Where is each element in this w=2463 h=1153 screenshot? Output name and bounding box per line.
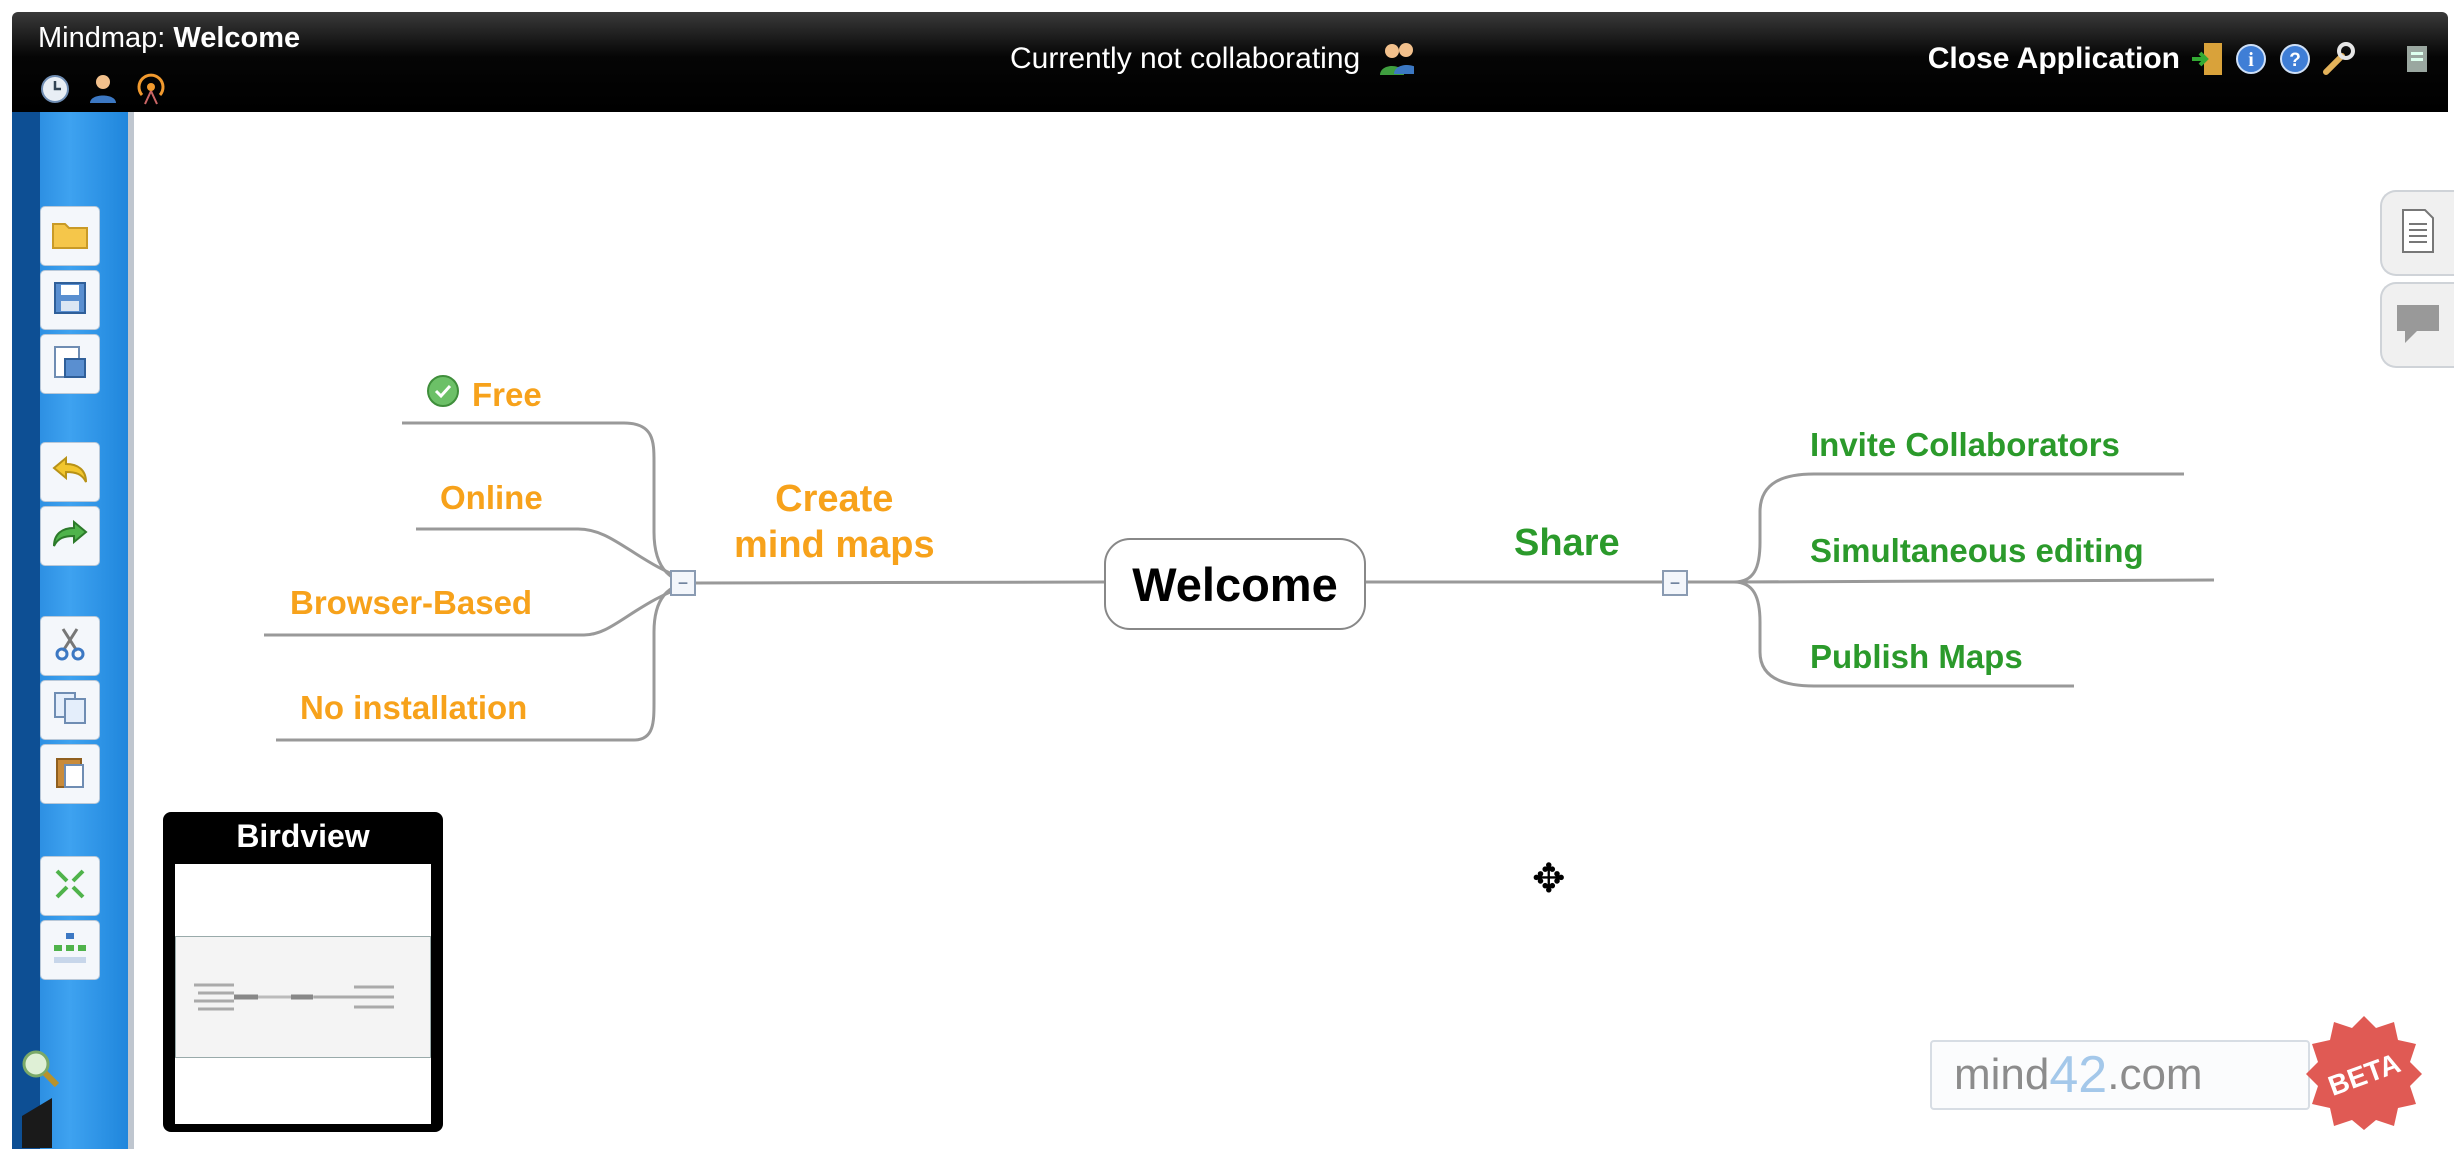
map-title: Mindmap: Welcome <box>38 22 301 54</box>
notes-tab[interactable] <box>2380 190 2454 276</box>
notes-icon <box>2399 208 2437 259</box>
node-publish-maps[interactable]: Publish Maps <box>1810 638 2023 676</box>
save-button[interactable] <box>40 270 100 330</box>
node-online[interactable]: Online <box>440 479 543 517</box>
clock-icon[interactable] <box>38 72 72 106</box>
node-browser-based[interactable]: Browser-Based <box>290 584 532 622</box>
node-invite-collaborators[interactable]: Invite Collaborators <box>1810 426 2120 464</box>
redo-icon <box>52 518 88 555</box>
broadcast-icon[interactable] <box>134 72 168 106</box>
users-icon[interactable] <box>1380 42 1415 76</box>
paste-button[interactable] <box>40 744 100 804</box>
cut-button[interactable] <box>40 616 100 676</box>
birdview-panel[interactable]: Birdview <box>163 812 443 1132</box>
top-right-actions: Close Application i ? <box>1928 42 2434 76</box>
comment-icon <box>2393 301 2443 350</box>
wrench-icon[interactable] <box>2322 42 2356 76</box>
info-icon[interactable]: i <box>2234 42 2268 76</box>
copy-button[interactable] <box>40 680 100 740</box>
collaboration-status: Currently not collaborating <box>1010 42 1415 76</box>
help-icon[interactable]: ? <box>2278 42 2312 76</box>
check-icon <box>426 374 460 416</box>
move-cursor-icon: ✥ <box>1532 857 1566 901</box>
svg-text:i: i <box>2248 49 2254 71</box>
node-create-mind-maps[interactable]: Create mind maps <box>734 476 935 568</box>
exit-door-icon[interactable] <box>2190 42 2224 76</box>
close-application-link[interactable]: Close Application <box>1928 42 2180 76</box>
undo-button[interactable] <box>40 442 100 502</box>
undo-icon <box>52 454 88 491</box>
node-create-line1: Create <box>775 478 894 520</box>
zoom-button[interactable] <box>18 1046 62 1095</box>
mindmap-connectors <box>264 421 2215 742</box>
user-icon[interactable] <box>86 72 120 106</box>
mind42-logo: mind 42 .com <box>1930 1040 2310 1110</box>
expand-collapse-button[interactable] <box>40 856 100 916</box>
collab-status-text: Currently not collaborating <box>1010 42 1361 75</box>
document-icon[interactable] <box>2400 42 2434 76</box>
birdview-map-thumbnail <box>194 983 394 1011</box>
mindmap-canvas[interactable]: Free Online Browser-Based No installatio… <box>128 112 2454 1149</box>
collapse-left-button[interactable]: − <box>670 570 696 596</box>
open-folder-icon <box>51 218 89 255</box>
comments-tab[interactable] <box>2380 282 2454 368</box>
title-bar: Mindmap: Welcome Currently not collabora… <box>12 12 2448 112</box>
save-as-icon <box>53 345 87 384</box>
birdview-visible-area[interactable] <box>175 936 431 1058</box>
left-toolbar-edge <box>12 112 40 1149</box>
save-as-button[interactable] <box>40 334 100 394</box>
node-free[interactable]: Free <box>426 374 542 416</box>
open-button[interactable] <box>40 206 100 266</box>
beta-badge: BETA <box>2304 1012 2424 1132</box>
node-free-label: Free <box>472 376 542 413</box>
copy-icon <box>53 691 87 730</box>
scroll-handle[interactable] <box>22 1098 56 1153</box>
paste-icon <box>53 755 87 794</box>
collapse-right-button[interactable]: − <box>1662 570 1688 596</box>
birdview-viewport <box>175 864 431 1124</box>
redo-button[interactable] <box>40 506 100 566</box>
node-simultaneous-editing[interactable]: Simultaneous editing <box>1810 532 2144 570</box>
title-bar-icons <box>38 72 168 106</box>
central-node[interactable]: Welcome <box>1104 538 1366 630</box>
node-share[interactable]: Share <box>1514 522 1620 565</box>
svg-text:?: ? <box>2289 50 2301 71</box>
node-create-line2: mind maps <box>734 524 935 566</box>
save-icon <box>53 281 87 320</box>
layout-tree-icon <box>52 931 88 970</box>
magnifier-icon <box>18 1050 62 1094</box>
expand-collapse-icon <box>53 867 87 906</box>
node-no-installation[interactable]: No installation <box>300 689 527 727</box>
cut-icon <box>53 627 87 666</box>
layout-tree-button[interactable] <box>40 920 100 980</box>
birdview-title: Birdview <box>236 818 370 854</box>
